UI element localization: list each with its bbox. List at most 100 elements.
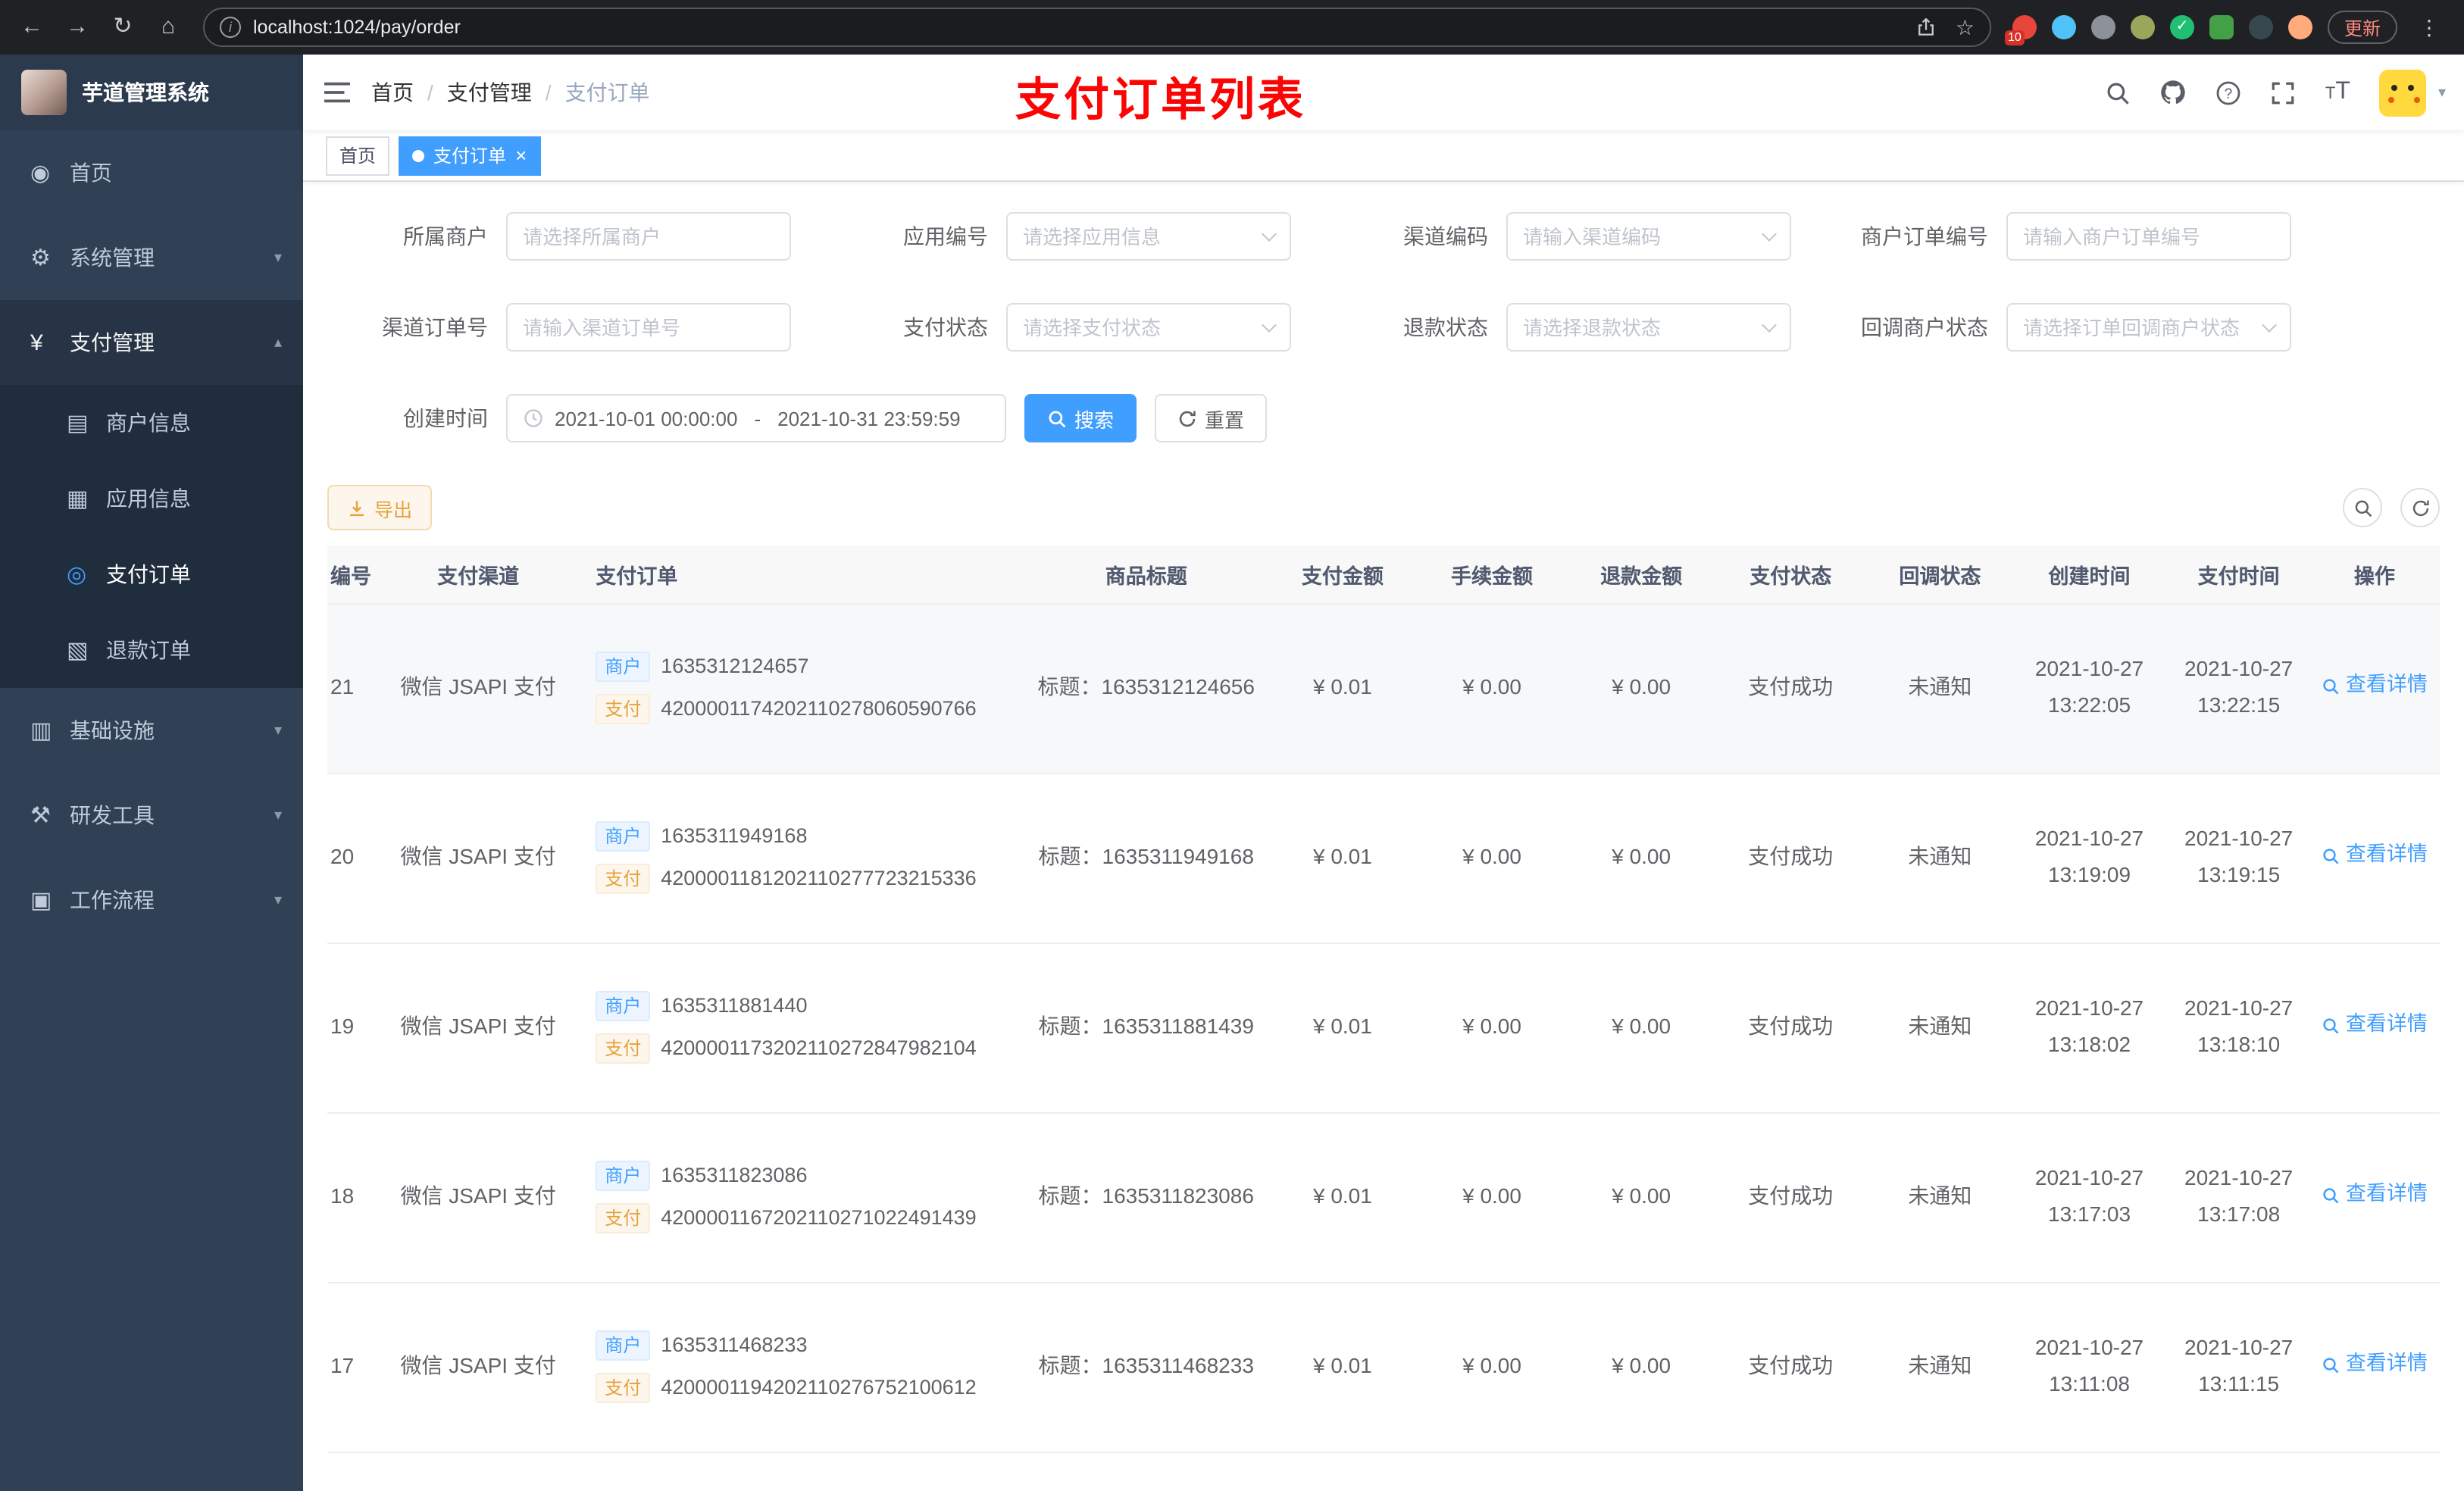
search-icon bbox=[2323, 1017, 2339, 1034]
view-detail-label: 查看详情 bbox=[2345, 1182, 2428, 1205]
table-header-row: 编号 支付渠道 支付订单 商品标题 支付金额 手续金额 退款金额 支付状态 回调… bbox=[327, 545, 2440, 604]
pay-status-select[interactable] bbox=[1006, 303, 1291, 352]
reload-icon[interactable]: ↻ bbox=[103, 8, 142, 47]
hamburger-icon[interactable] bbox=[303, 82, 371, 103]
extension-icon[interactable] bbox=[2287, 15, 2312, 39]
extension-icon[interactable] bbox=[2090, 15, 2115, 39]
grid-icon: ▦ bbox=[67, 486, 89, 512]
action-cell: 查看详情 bbox=[2309, 1282, 2440, 1452]
view-detail-link[interactable]: 查看详情 bbox=[2322, 1008, 2428, 1043]
extension-icon[interactable] bbox=[2051, 15, 2076, 39]
extension-icon[interactable] bbox=[2248, 15, 2273, 39]
app-no-select-input[interactable] bbox=[1023, 225, 1258, 248]
reset-button[interactable]: 重置 bbox=[1155, 394, 1268, 442]
fullscreen-icon[interactable] bbox=[2271, 80, 2297, 105]
chevron-down-icon: ▾ bbox=[274, 249, 282, 266]
view-detail-link[interactable]: 查看详情 bbox=[2322, 669, 2428, 704]
close-icon[interactable]: × bbox=[515, 145, 527, 165]
col-refund: 退款金额 bbox=[1571, 545, 1712, 604]
export-button[interactable]: 导出 bbox=[327, 485, 433, 530]
help-icon[interactable]: ? bbox=[2216, 80, 2242, 105]
app-no-select[interactable] bbox=[1006, 212, 1291, 261]
avatar-caret-icon[interactable]: ▾ bbox=[2438, 84, 2446, 101]
sidebar-item-devtools[interactable]: ⚒ 研发工具 ▾ bbox=[0, 773, 303, 858]
sidebar-item-home[interactable]: ◉ 首页 bbox=[0, 130, 303, 215]
back-icon[interactable]: ← bbox=[12, 8, 52, 47]
refund-amount bbox=[1571, 1452, 1712, 1491]
date-start[interactable]: 2021-10-01 00:00:00 bbox=[555, 407, 737, 430]
chevron-down-icon bbox=[1262, 317, 1277, 332]
merchant-order-no-input[interactable] bbox=[2023, 225, 2275, 248]
avatar[interactable] bbox=[2378, 69, 2426, 116]
notify-status: 未通知 bbox=[1869, 773, 2011, 943]
extension-icon[interactable]: ✓ bbox=[2169, 15, 2194, 39]
sidebar-item-payment[interactable]: ¥ 支付管理 ▴ bbox=[0, 300, 303, 385]
filter-refund-status: 退款状态 bbox=[1327, 303, 1828, 352]
filter-notify-status: 回调商户状态 bbox=[1828, 303, 2328, 352]
order-table: 编号 支付渠道 支付订单 商品标题 支付金额 手续金额 退款金额 支付状态 回调… bbox=[327, 545, 2440, 1491]
col-notify: 回调状态 bbox=[1869, 545, 2011, 604]
refund-status-select[interactable] bbox=[1506, 303, 1791, 352]
sidebar-item-refund-order[interactable]: ▧ 退款订单 bbox=[0, 612, 303, 688]
sidebar-item-infra[interactable]: ▥ 基础设施 ▾ bbox=[0, 688, 303, 773]
bookmark-star-icon[interactable]: ☆ bbox=[1956, 14, 1975, 40]
view-detail-link[interactable]: 查看详情 bbox=[2322, 1178, 2428, 1213]
url-bar[interactable]: i localhost:1024/pay/order ☆ bbox=[203, 8, 1991, 47]
channel-code-select[interactable] bbox=[1506, 212, 1791, 261]
pay-status bbox=[1712, 1452, 1870, 1491]
extension-icon[interactable] bbox=[2130, 15, 2155, 39]
merchant-order-no-input-wrap[interactable] bbox=[2006, 212, 2291, 261]
browser-menu-icon[interactable]: ⋮ bbox=[2412, 14, 2446, 40]
pay-time: 2021-10-27 13:11:15 bbox=[2168, 1282, 2309, 1452]
sidebar-item-system[interactable]: ⚙ 系统管理 ▾ bbox=[0, 215, 303, 300]
search-button[interactable]: 搜索 bbox=[1024, 394, 1137, 442]
home-icon[interactable]: ⌂ bbox=[149, 8, 188, 47]
channel-order-no-input[interactable] bbox=[523, 316, 774, 339]
merchant-select[interactable] bbox=[506, 212, 791, 261]
site-info-icon[interactable]: i bbox=[220, 17, 241, 38]
breadcrumb-pay-manage[interactable]: 支付管理 bbox=[447, 77, 532, 108]
pay-status-select-input[interactable] bbox=[1023, 316, 1258, 339]
fee-amount: ¥ 0.00 bbox=[1412, 603, 1571, 774]
share-icon[interactable] bbox=[1916, 17, 1937, 38]
view-detail-link[interactable]: 查看详情 bbox=[2322, 1348, 2428, 1383]
pay-amount: ¥ 0.01 bbox=[1271, 1282, 1413, 1452]
col-action: 操作 bbox=[2309, 545, 2440, 604]
toggle-search-button[interactable] bbox=[2343, 488, 2382, 527]
channel-order-no-input-wrap[interactable] bbox=[506, 303, 791, 352]
sidebar-item-pay-order[interactable]: ◎ 支付订单 bbox=[0, 536, 303, 612]
github-icon[interactable] bbox=[2160, 79, 2187, 106]
pay-order-cell: 商户 1635311157386 bbox=[580, 1452, 1021, 1491]
forward-icon[interactable]: → bbox=[58, 8, 97, 47]
sidebar-item-workflow[interactable]: ▣ 工作流程 ▾ bbox=[0, 858, 303, 942]
sidebar-item-label: 应用信息 bbox=[106, 486, 191, 511]
search-icon[interactable] bbox=[2106, 80, 2131, 105]
header-actions: ? TT ▾ bbox=[2106, 69, 2464, 116]
tab-pay-order[interactable]: 支付订单 × bbox=[399, 136, 541, 175]
notify-status-select[interactable] bbox=[2006, 303, 2291, 352]
url-text[interactable]: localhost:1024/pay/order bbox=[253, 17, 461, 38]
refund-status-select-input[interactable] bbox=[1523, 316, 1758, 339]
tab-home[interactable]: 首页 bbox=[326, 136, 390, 175]
sidebar-item-merchant-info[interactable]: ▤ 商户信息 bbox=[0, 385, 303, 461]
sidebar-item-label: 支付管理 bbox=[70, 330, 155, 355]
breadcrumb-home[interactable]: 首页 bbox=[371, 77, 414, 108]
date-range-picker[interactable]: 2021-10-01 00:00:00 - 2021-10-31 23:59:5… bbox=[506, 394, 1006, 442]
channel-code-input[interactable] bbox=[1523, 225, 1758, 248]
extension-icon[interactable]: 10 bbox=[2004, 15, 2037, 45]
notify-status-select-input[interactable] bbox=[2023, 316, 2258, 339]
merchant-select-input[interactable] bbox=[523, 225, 774, 248]
pay-amount bbox=[1271, 1452, 1413, 1491]
font-size-icon[interactable]: TT bbox=[2325, 79, 2350, 106]
pay-status: 支付成功 bbox=[1712, 942, 1870, 1113]
pay-status: 支付成功 bbox=[1712, 1282, 1870, 1452]
refresh-table-button[interactable] bbox=[2400, 488, 2440, 527]
extension-icon[interactable] bbox=[2209, 15, 2234, 39]
browser-update-button[interactable]: 更新 bbox=[2327, 11, 2397, 44]
search-button-label: 搜索 bbox=[1074, 408, 1115, 431]
date-end[interactable]: 2021-10-31 23:59:59 bbox=[777, 407, 960, 430]
view-detail-link[interactable]: 查看详情 bbox=[2322, 839, 2428, 874]
tools-icon: ⚒ bbox=[30, 803, 51, 829]
sidebar-item-app-info[interactable]: ▦ 应用信息 bbox=[0, 461, 303, 536]
pay-amount: ¥ 0.01 bbox=[1271, 942, 1413, 1113]
